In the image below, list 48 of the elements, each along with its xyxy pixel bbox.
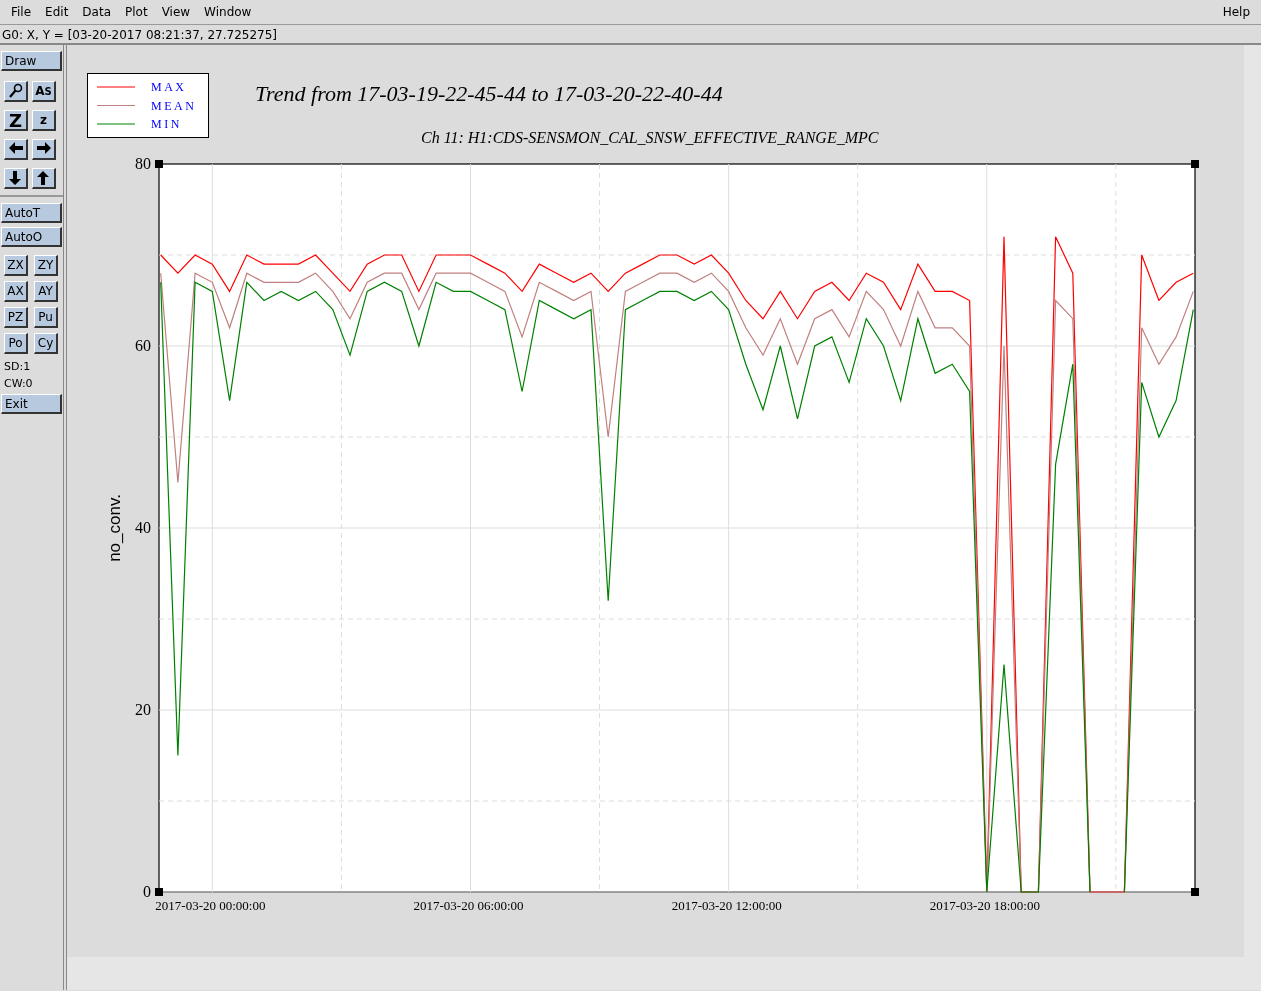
magnifier-icon [7,83,24,99]
y-tick-label: 0 [143,883,151,900]
resize-handle[interactable] [155,888,163,896]
y-tick-label: 40 [135,519,151,536]
y-axis-label: no_conv. [105,494,124,562]
plot-control-button[interactable]: PZ [4,307,28,328]
plot-title: Trend from 17-03-19-22-45-44 to 17-03-20-22-40-44 [255,81,723,106]
legend-label: MEAN [151,98,197,113]
menu-item[interactable]: Window [197,5,259,19]
pan-button[interactable] [32,139,56,160]
pan-button[interactable] [4,168,28,189]
plot-control-button[interactable]: Po [4,333,28,354]
plot-control-button[interactable]: ZX [4,255,28,276]
plot-subtitle: Ch 11: H1:CDS-SENSMON_CAL_SNSW_EFFECTIVE_RANGE_MPC [421,129,879,146]
resize-handle[interactable] [155,160,163,168]
plot-control-button[interactable]: Pu [34,307,58,328]
resize-handle[interactable] [1191,160,1199,168]
pan-button[interactable] [4,139,28,160]
draw-button[interactable]: Draw [1,51,62,71]
menu-item[interactable]: Data [75,5,118,19]
menu-item[interactable]: File [4,5,39,19]
legend-label: MAX [151,80,187,94]
y-tick-label: 60 [135,337,151,354]
x-tick-label: 2017-03-20 06:00:00 [413,898,524,913]
menu-item[interactable]: Edit [38,5,76,19]
y-tick-label: 80 [135,155,151,172]
tool-button[interactable]: Z [4,110,28,131]
info-text: SD:1 [3,359,32,375]
y-tick-label: 20 [135,701,151,718]
x-tick-label: 2017-03-20 18:00:00 [929,898,1040,913]
plot-control-button[interactable]: ZY [34,255,58,276]
tool-button[interactable]: z [32,110,56,131]
plot-control-button[interactable]: Cy [34,333,58,354]
zoom-button[interactable] [4,81,28,102]
x-tick-label: 2017-03-20 12:00:00 [671,898,782,913]
menu-item[interactable]: View [154,5,198,19]
legend-label: MIN [151,117,182,131]
exit-button[interactable]: Exit [1,394,62,414]
menu-item[interactable]: Help [1215,5,1257,19]
auto-button[interactable]: AutoO [1,227,62,247]
plot-control-button[interactable]: AY [34,281,58,302]
x-tick-label: 2017-03-20 00:00:00 [155,898,266,913]
resize-handle[interactable] [1191,888,1199,896]
auto-button[interactable]: AutoT [1,203,62,223]
plot-control-button[interactable]: AX [4,281,28,302]
info-text: CW:0 [3,376,34,392]
pan-button[interactable] [32,168,56,189]
menu-item[interactable]: Plot [118,5,155,19]
